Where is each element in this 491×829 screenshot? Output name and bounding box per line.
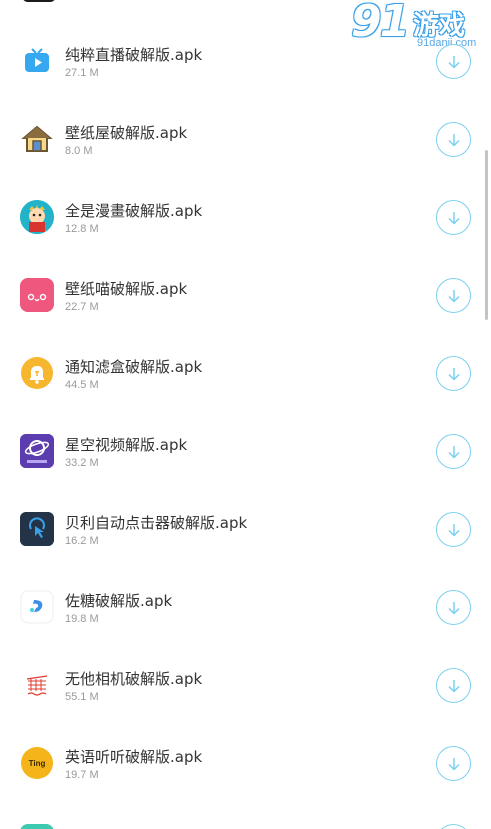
tap-finger-icon — [20, 512, 54, 546]
app-row[interactable]: 星空视频解版.apk 33.2 M — [0, 407, 491, 485]
app-row-partial[interactable] — [0, 797, 491, 829]
app-size: 22.7 M — [65, 301, 99, 313]
app-row[interactable]: 佐糖破解版.apk 19.8 M — [0, 563, 491, 641]
download-arrow-icon — [447, 367, 460, 381]
download-button[interactable] — [436, 356, 471, 391]
download-arrow-icon — [447, 523, 460, 537]
download-button[interactable] — [436, 746, 471, 781]
app-row[interactable]: 全是漫畫破解版.apk 12.8 M — [0, 173, 491, 251]
partial-app-icon — [20, 824, 54, 829]
download-button[interactable] — [436, 668, 471, 703]
bell-icon — [20, 356, 54, 390]
download-arrow-icon — [447, 211, 460, 225]
app-row[interactable]: 贝利自动点击器破解版.apk 16.2 M — [0, 485, 491, 563]
download-arrow-icon — [447, 757, 460, 771]
app-name: 星空视频解版.apk — [65, 436, 188, 454]
app-name: 壁纸屋破解版.apk — [65, 124, 188, 142]
app-list: 纯粹直播破解版.apk 27.1 M 壁纸屋破解版.apk 8.0 M 全是漫畫… — [0, 17, 491, 829]
download-button-partial[interactable] — [436, 824, 471, 829]
app-size: 33.2 M — [65, 457, 99, 469]
tv-icon — [20, 44, 54, 78]
download-button[interactable] — [436, 44, 471, 79]
download-button[interactable] — [436, 590, 471, 625]
app-name: 壁纸喵破解版.apk — [65, 280, 188, 298]
app-name: 通知滤盒破解版.apk — [65, 358, 203, 376]
app-row[interactable]: 纯粹直播破解版.apk 27.1 M — [0, 17, 491, 95]
tingting-icon: Ting — [20, 746, 54, 780]
app-size: 44.5 M — [65, 379, 99, 391]
svg-text:Ting: Ting — [29, 759, 46, 768]
planet-icon — [20, 434, 54, 468]
scrollbar[interactable] — [483, 0, 491, 829]
download-arrow-icon — [447, 679, 460, 693]
app-row[interactable]: Ting 英语听听破解版.apk 19.7 M — [0, 719, 491, 797]
app-name: 纯粹直播破解版.apk — [65, 46, 203, 64]
download-arrow-icon — [447, 133, 460, 147]
download-arrow-icon — [447, 601, 460, 615]
app-size: 19.7 M — [65, 769, 99, 781]
app-download-list-page: 91 游戏 91danji.com 纯粹直播破解版.apk 27.1 M 壁纸屋… — [0, 0, 491, 829]
app-name: 英语听听破解版.apk — [65, 748, 203, 766]
app-row[interactable]: 无他相机破解版.apk 55.1 M — [0, 641, 491, 719]
house-icon — [20, 122, 54, 156]
download-button[interactable] — [436, 278, 471, 313]
app-name: 佐糖破解版.apk — [65, 592, 173, 610]
download-arrow-icon — [447, 289, 460, 303]
partial-app-icon-top — [22, 0, 56, 2]
app-row[interactable]: 通知滤盒破解版.apk 44.5 M — [0, 329, 491, 407]
app-size: 8.0 M — [65, 145, 93, 157]
app-size: 16.2 M — [65, 535, 99, 547]
download-button[interactable] — [436, 200, 471, 235]
camera-grid-icon — [20, 668, 54, 702]
download-button[interactable] — [436, 512, 471, 547]
app-row[interactable]: 壁纸屋破解版.apk 8.0 M — [0, 95, 491, 173]
app-size: 27.1 M — [65, 67, 99, 79]
comic-character-icon — [20, 200, 54, 234]
download-arrow-icon — [447, 445, 460, 459]
app-name: 贝利自动点击器破解版.apk — [65, 514, 248, 532]
app-size: 12.8 M — [65, 223, 99, 235]
cat-face-icon — [20, 278, 54, 312]
app-size: 55.1 M — [65, 691, 99, 703]
app-size: 19.8 M — [65, 613, 99, 625]
sugar-icon — [20, 590, 54, 624]
app-name: 全是漫畫破解版.apk — [65, 202, 203, 220]
download-button[interactable] — [436, 122, 471, 157]
download-button[interactable] — [436, 434, 471, 469]
app-name: 无他相机破解版.apk — [65, 670, 203, 688]
scrollbar-thumb[interactable] — [485, 150, 488, 320]
app-row[interactable]: 壁纸喵破解版.apk 22.7 M — [0, 251, 491, 329]
download-arrow-icon — [447, 55, 460, 69]
